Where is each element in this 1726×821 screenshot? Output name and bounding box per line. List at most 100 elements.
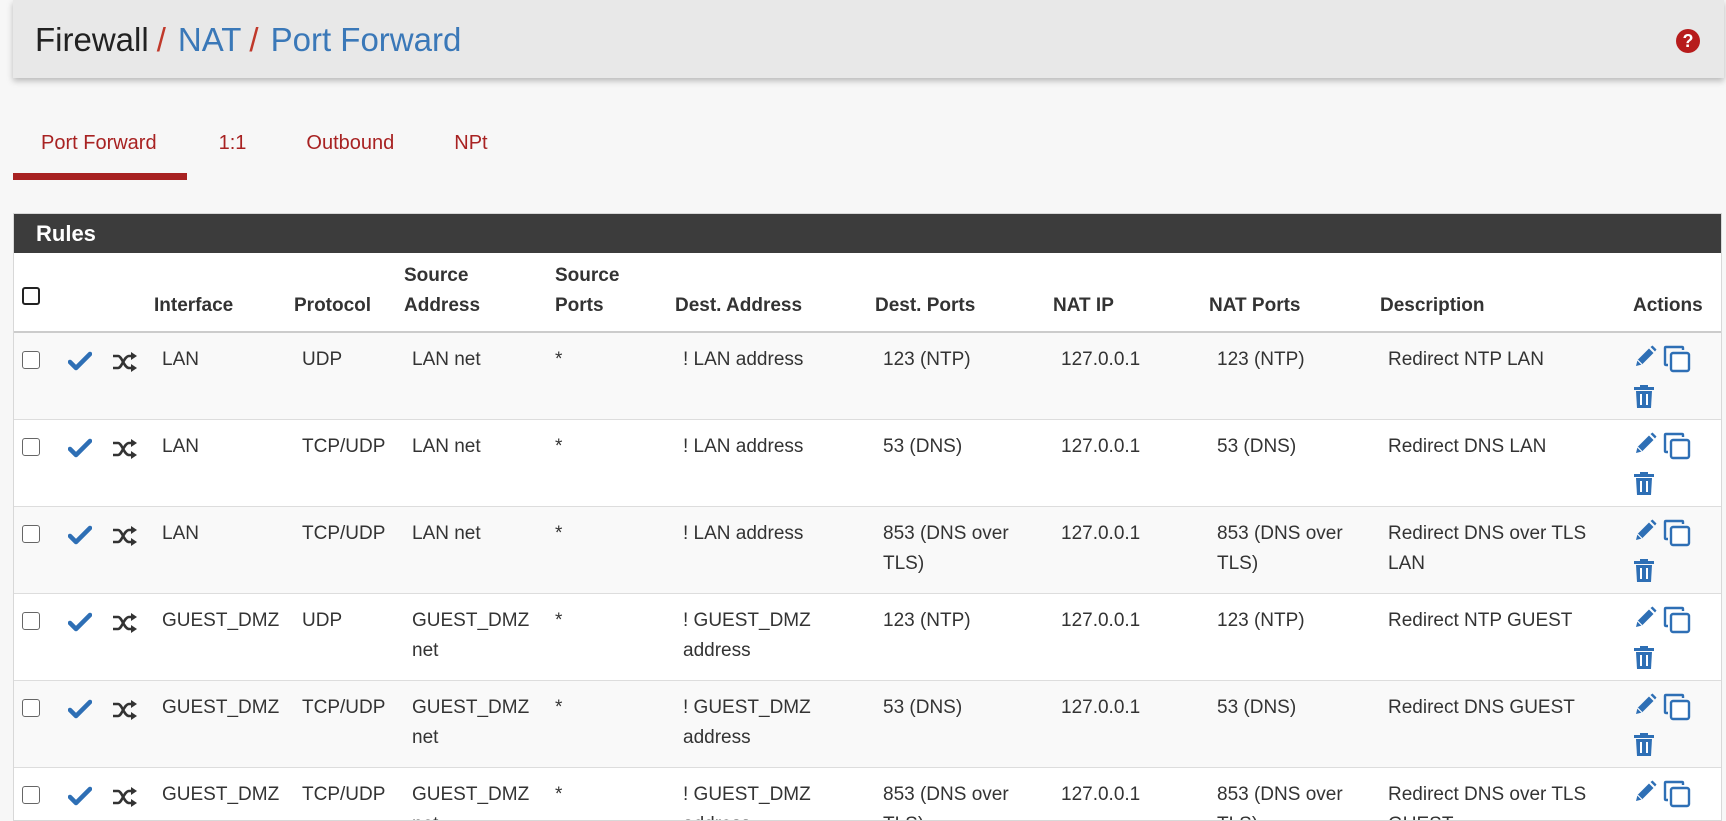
- table-row[interactable]: GUEST_DMZ TCP/UDP GUEST_DMZ net * ! GUES…: [14, 680, 1721, 768]
- table-row[interactable]: GUEST_DMZ TCP/UDP GUEST_DMZ net * ! GUES…: [14, 767, 1721, 820]
- row-select-checkbox[interactable]: [22, 786, 40, 804]
- pencil-icon[interactable]: [1633, 519, 1657, 553]
- select-all-cell: [14, 253, 60, 333]
- header-dest-address[interactable]: Dest. Address: [667, 253, 867, 333]
- cell-interface: GUEST_DMZ: [146, 767, 286, 820]
- row-select-checkbox[interactable]: [22, 525, 40, 543]
- help-icon[interactable]: ?: [1676, 29, 1700, 53]
- cell-interface: LAN: [146, 419, 286, 507]
- nat-tabs: Port Forward 1:1 Outbound NPt: [13, 110, 516, 182]
- header-description[interactable]: Description: [1372, 253, 1625, 333]
- cell-dest-address: ! LAN address: [667, 506, 867, 594]
- cell-actions: [1625, 680, 1721, 768]
- check-icon[interactable]: [67, 699, 93, 729]
- header-dest-ports[interactable]: Dest. Ports: [867, 253, 1045, 333]
- cell-source-address: LAN net: [396, 419, 547, 507]
- trash-icon[interactable]: [1633, 385, 1655, 419]
- cell-actions: [1625, 332, 1721, 420]
- cell-nat-ports: 853 (DNS over TLS): [1201, 767, 1372, 820]
- check-icon[interactable]: [67, 786, 93, 816]
- header-interface[interactable]: Interface: [146, 253, 286, 333]
- trash-icon[interactable]: [1633, 559, 1655, 593]
- trash-icon[interactable]: [1633, 646, 1655, 680]
- cell-nat-ip: 127.0.0.1: [1045, 680, 1201, 768]
- cell-source-ports: *: [547, 680, 667, 768]
- row-select-checkbox[interactable]: [22, 351, 40, 369]
- pencil-icon[interactable]: [1633, 606, 1657, 640]
- cell-description: Redirect DNS LAN: [1372, 419, 1625, 507]
- pencil-icon[interactable]: [1633, 345, 1657, 379]
- check-icon[interactable]: [67, 612, 93, 642]
- shuffle-icon: [112, 438, 138, 470]
- row-select-checkbox[interactable]: [22, 438, 40, 456]
- cell-source-address: GUEST_DMZ net: [396, 680, 547, 768]
- cell-nat-ports: 123 (NTP): [1201, 332, 1372, 420]
- row-select-checkbox[interactable]: [22, 699, 40, 717]
- header-source-ports[interactable]: Source Ports: [547, 253, 667, 333]
- select-all-checkbox[interactable]: [22, 287, 40, 305]
- cell-interface: LAN: [146, 332, 286, 420]
- copy-icon[interactable]: [1663, 606, 1691, 644]
- header-nat-ip[interactable]: NAT IP: [1045, 253, 1201, 333]
- cell-actions: [1625, 593, 1721, 681]
- cell-dest-ports: 853 (DNS over TLS): [867, 767, 1045, 820]
- pencil-icon[interactable]: [1633, 780, 1657, 814]
- cell-nat-ip: 127.0.0.1: [1045, 332, 1201, 420]
- breadcrumb-nat[interactable]: NAT: [178, 23, 242, 56]
- header-actions: Actions: [1625, 253, 1721, 333]
- tab-one-to-one[interactable]: 1:1: [187, 110, 275, 180]
- cell-nat-ip: 127.0.0.1: [1045, 593, 1201, 681]
- shuffle-icon: [112, 525, 138, 557]
- copy-icon[interactable]: [1663, 345, 1691, 383]
- header-nat-ports[interactable]: NAT Ports: [1201, 253, 1372, 333]
- tab-port-forward[interactable]: Port Forward: [13, 110, 187, 180]
- cell-interface: GUEST_DMZ: [146, 680, 286, 768]
- pencil-icon[interactable]: [1633, 432, 1657, 466]
- cell-description: Redirect NTP GUEST: [1372, 593, 1625, 681]
- cell-description: Redirect DNS over TLS LAN: [1372, 506, 1625, 594]
- copy-icon[interactable]: [1663, 519, 1691, 557]
- breadcrumb-port-forward[interactable]: Port Forward: [271, 23, 462, 56]
- cell-description: Redirect DNS over TLS GUEST: [1372, 767, 1625, 820]
- rules-panel: Rules Interface Protocol Source Address …: [13, 213, 1722, 821]
- shuffle-icon: [112, 351, 138, 383]
- tab-npt[interactable]: NPt: [422, 110, 515, 180]
- copy-icon[interactable]: [1663, 432, 1691, 470]
- copy-icon[interactable]: [1663, 780, 1691, 818]
- cell-dest-address: ! GUEST_DMZ address: [667, 593, 867, 681]
- trash-icon[interactable]: [1633, 472, 1655, 506]
- cell-protocol: TCP/UDP: [286, 419, 396, 507]
- copy-icon[interactable]: [1663, 693, 1691, 731]
- check-icon[interactable]: [67, 351, 93, 381]
- cell-nat-ip: 127.0.0.1: [1045, 506, 1201, 594]
- cell-actions: [1625, 767, 1721, 820]
- cell-protocol: TCP/UDP: [286, 680, 396, 768]
- cell-source-address: GUEST_DMZ net: [396, 593, 547, 681]
- rules-body: LAN UDP LAN net * ! LAN address 123 (NTP…: [14, 332, 1721, 820]
- table-row[interactable]: GUEST_DMZ UDP GUEST_DMZ net * ! GUEST_DM…: [14, 593, 1721, 681]
- panel-title: Rules: [14, 214, 1721, 253]
- shuffle-icon: [112, 699, 138, 731]
- row-select-checkbox[interactable]: [22, 612, 40, 630]
- cell-dest-ports: 53 (DNS): [867, 419, 1045, 507]
- header-protocol[interactable]: Protocol: [286, 253, 396, 333]
- check-icon[interactable]: [67, 438, 93, 468]
- table-row[interactable]: LAN TCP/UDP LAN net * ! LAN address 853 …: [14, 506, 1721, 594]
- table-row[interactable]: LAN UDP LAN net * ! LAN address 123 (NTP…: [14, 332, 1721, 420]
- cell-description: Redirect DNS GUEST: [1372, 680, 1625, 768]
- cell-description: Redirect NTP LAN: [1372, 332, 1625, 420]
- table-row[interactable]: LAN TCP/UDP LAN net * ! LAN address 53 (…: [14, 419, 1721, 507]
- trash-icon[interactable]: [1633, 733, 1655, 767]
- cell-nat-ports: 123 (NTP): [1201, 593, 1372, 681]
- cell-nat-ip: 127.0.0.1: [1045, 767, 1201, 820]
- cell-source-address: LAN net: [396, 332, 547, 420]
- check-icon[interactable]: [67, 525, 93, 555]
- header-source-address[interactable]: Source Address: [396, 253, 547, 333]
- cell-source-ports: *: [547, 419, 667, 507]
- tab-outbound[interactable]: Outbound: [274, 110, 422, 180]
- shuffle-icon: [112, 612, 138, 644]
- cell-dest-address: ! GUEST_DMZ address: [667, 767, 867, 820]
- pencil-icon[interactable]: [1633, 693, 1657, 727]
- breadcrumb-separator: /: [156, 20, 166, 58]
- cell-protocol: UDP: [286, 332, 396, 420]
